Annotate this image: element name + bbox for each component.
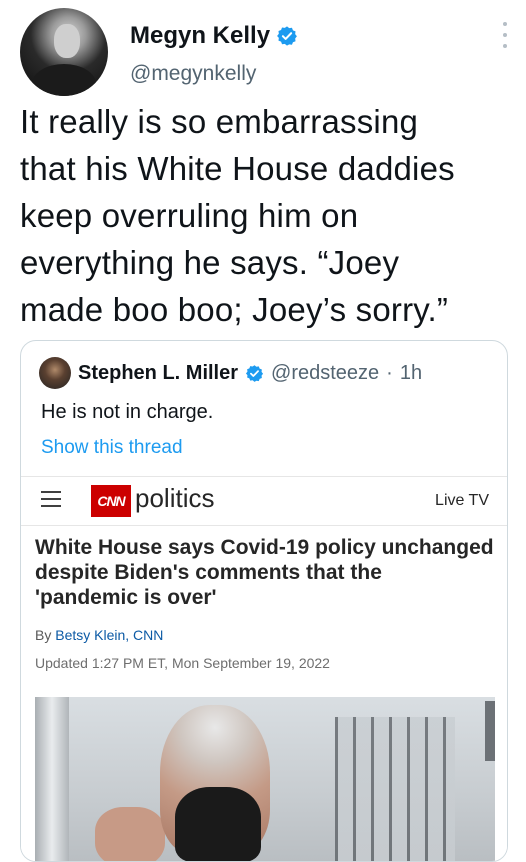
headline-line: despite Biden's comments that the (35, 561, 382, 584)
article-updated-time: Updated 1:27 PM ET, Mon September 19, 20… (35, 655, 330, 671)
avatar-shoulder (32, 64, 96, 96)
quoted-tweet-time: 1h (399, 361, 423, 384)
separator-dot: · (386, 361, 393, 384)
headline-line: White House says Covid-19 policy unchang… (35, 536, 494, 559)
tweet-text-line: made boo boo; Joey’s sorry.” (20, 291, 449, 328)
article-screenshot: CNN politics Live TV White House says Co… (21, 476, 507, 861)
avatar-face (54, 24, 80, 58)
photo-column (35, 697, 69, 861)
article-nav-bar: CNN politics Live TV (21, 477, 507, 526)
section-name: politics (135, 483, 215, 513)
article-photo (35, 697, 495, 861)
author-avatar[interactable] (20, 8, 108, 96)
article-headline: White House says Covid-19 policy unchang… (35, 535, 495, 610)
quoted-tweet-header: Stephen L. Miller @redsteeze · 1h (39, 357, 422, 389)
author-handle[interactable]: @megynkelly (130, 62, 256, 86)
author-name-row: Megyn Kelly (130, 22, 298, 50)
photo-face-mask (175, 787, 261, 861)
cnn-logo: CNN (91, 485, 131, 517)
quoted-author-handle: @redsteeze (271, 361, 380, 384)
tweet-text-line: It really is so embarrassing (20, 103, 419, 140)
live-tv-link: Live TV (435, 492, 489, 509)
photo-window (335, 717, 455, 861)
more-options-icon[interactable] (500, 22, 510, 48)
author-name[interactable]: Megyn Kelly (130, 22, 270, 50)
tweet-header: Megyn Kelly @megynkelly (20, 8, 510, 98)
hamburger-menu-icon (41, 491, 61, 507)
verified-badge-icon (276, 25, 298, 47)
byline-prefix: By (35, 627, 52, 643)
tweet-text-line: everything he says. “Joey (20, 244, 400, 281)
quoted-tweet-text: He is not in charge. (41, 401, 214, 423)
verified-badge-icon (245, 364, 264, 383)
quoted-author-avatar (39, 357, 71, 389)
photo-credit (485, 701, 495, 761)
quoted-tweet-card[interactable]: Stephen L. Miller @redsteeze · 1h He is … (20, 340, 508, 862)
article-byline: By Betsy Klein, CNN (35, 627, 163, 643)
show-thread-link[interactable]: Show this thread (41, 437, 183, 459)
tweet-text: It really is so embarrassing that his Wh… (20, 98, 510, 333)
photo-hand (95, 807, 165, 861)
tweet-text-line: keep overruling him on (20, 197, 359, 234)
byline-author: Betsy Klein, CNN (55, 627, 164, 643)
tweet-text-line: that his White House daddies (20, 150, 455, 187)
headline-line: 'pandemic is over' (35, 586, 217, 609)
quoted-author-name: Stephen L. Miller (78, 361, 239, 384)
